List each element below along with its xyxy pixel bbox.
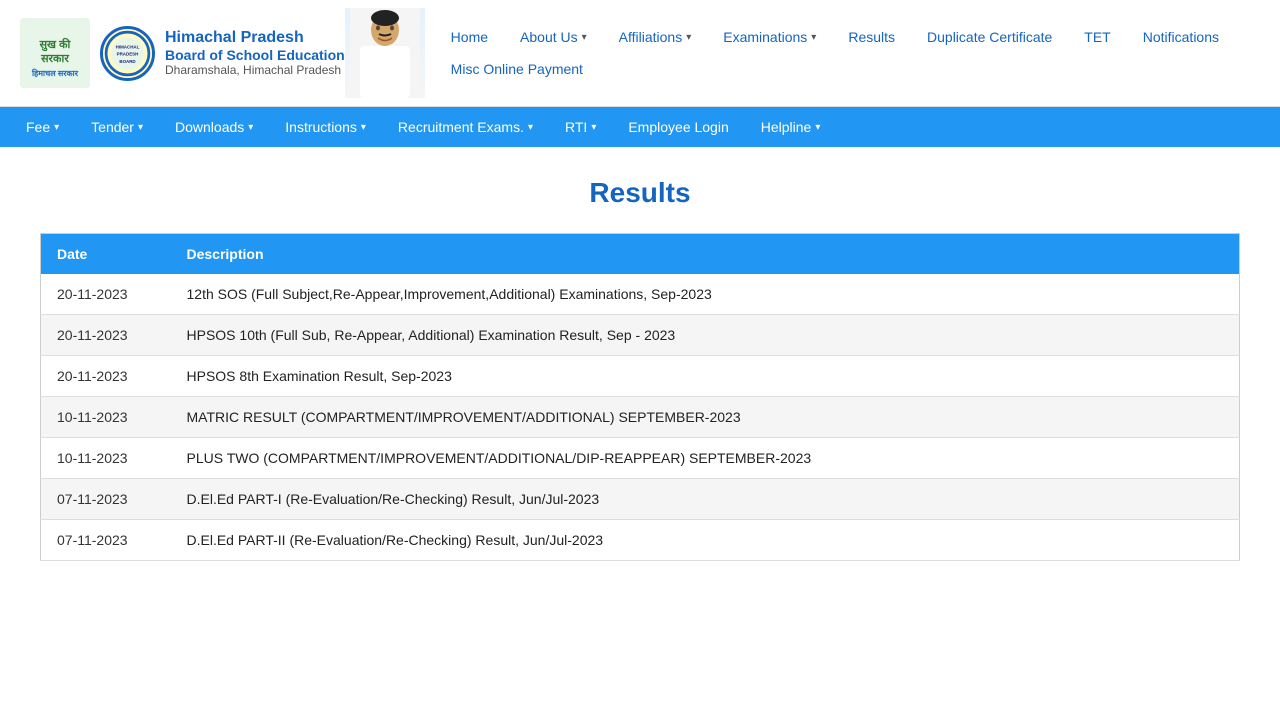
nav-results[interactable]: Results <box>832 21 911 53</box>
nav-duplicate-certificate[interactable]: Duplicate Certificate <box>911 21 1068 53</box>
table-row[interactable]: 07-11-2023D.El.Ed PART-II (Re-Evaluation… <box>41 520 1240 561</box>
cell-description[interactable]: 12th SOS (Full Subject,Re-Appear,Improve… <box>171 274 1240 315</box>
navbar-recruitment-exams[interactable]: Recruitment Exams. ▾ <box>382 107 549 147</box>
nav-tet[interactable]: TET <box>1068 21 1126 53</box>
cell-description[interactable]: HPSOS 10th (Full Sub, Re-Appear, Additio… <box>171 315 1240 356</box>
svg-text:BOARD: BOARD <box>119 58 136 63</box>
table-header: Date Description <box>41 234 1240 275</box>
rti-caret: ▾ <box>591 122 596 133</box>
cell-date: 10-11-2023 <box>41 397 171 438</box>
about-caret: ▾ <box>582 32 587 43</box>
page-title: Results <box>40 177 1240 209</box>
results-table: Date Description 20-11-202312th SOS (Ful… <box>40 233 1240 561</box>
table-row[interactable]: 10-11-2023PLUS TWO (COMPARTMENT/IMPROVEM… <box>41 438 1240 479</box>
nav-home[interactable]: Home <box>435 21 504 53</box>
table-header-row: Date Description <box>41 234 1240 275</box>
results-tbody: 20-11-202312th SOS (Full Subject,Re-Appe… <box>41 274 1240 561</box>
nav-misc-payment[interactable]: Misc Online Payment <box>435 53 599 85</box>
table-row[interactable]: 20-11-2023HPSOS 8th Examination Result, … <box>41 356 1240 397</box>
navbar-rti[interactable]: RTI ▾ <box>549 107 612 147</box>
cell-description[interactable]: D.El.Ed PART-II (Re-Evaluation/Re-Checki… <box>171 520 1240 561</box>
svg-text:सुख की: सुख की <box>39 37 72 52</box>
blue-navbar: Fee ▾ Tender ▾ Downloads ▾ Instructions … <box>0 107 1280 147</box>
column-date: Date <box>41 234 171 275</box>
recruitment-caret: ▾ <box>528 122 533 133</box>
nav-affiliations[interactable]: Affiliations ▾ <box>603 21 708 53</box>
cell-date: 07-11-2023 <box>41 520 171 561</box>
helpline-caret: ▾ <box>815 122 820 133</box>
cell-description[interactable]: PLUS TWO (COMPARTMENT/IMPROVEMENT/ADDITI… <box>171 438 1240 479</box>
header-logo: सुख की सरकार हिमाचल सरकार HIMACHAL PRADE… <box>20 18 345 88</box>
navbar-employee-login[interactable]: Employee Login <box>612 107 744 147</box>
navbar-tender[interactable]: Tender ▾ <box>75 107 159 147</box>
navbar-downloads[interactable]: Downloads ▾ <box>159 107 269 147</box>
header: सुख की सरकार हिमाचल सरकार HIMACHAL PRADE… <box>0 0 1280 107</box>
cell-description[interactable]: MATRIC RESULT (COMPARTMENT/IMPROVEMENT/A… <box>171 397 1240 438</box>
main-content: Results Date Description 20-11-202312th … <box>0 147 1280 591</box>
politician-image <box>345 8 425 98</box>
nav-about[interactable]: About Us ▾ <box>504 21 603 53</box>
top-nav: Home About Us ▾ Affiliations ▾ Examinati… <box>425 21 1260 85</box>
table-row[interactable]: 20-11-202312th SOS (Full Subject,Re-Appe… <box>41 274 1240 315</box>
tender-caret: ▾ <box>138 122 143 133</box>
cell-date: 20-11-2023 <box>41 274 171 315</box>
cell-date: 10-11-2023 <box>41 438 171 479</box>
board-title3: Dharamshala, Himachal Pradesh <box>165 63 345 77</box>
cell-description[interactable]: D.El.Ed PART-I (Re-Evaluation/Re-Checkin… <box>171 479 1240 520</box>
column-description: Description <box>171 234 1240 275</box>
cell-date: 07-11-2023 <box>41 479 171 520</box>
emblem-logo: HIMACHAL PRADESH BOARD <box>100 26 155 81</box>
navbar-fee[interactable]: Fee ▾ <box>10 107 75 147</box>
table-row[interactable]: 10-11-2023MATRIC RESULT (COMPARTMENT/IMP… <box>41 397 1240 438</box>
nav-examinations[interactable]: Examinations ▾ <box>707 21 832 53</box>
fee-caret: ▾ <box>54 122 59 133</box>
svg-text:हिमाचल सरकार: हिमाचल सरकार <box>31 68 79 78</box>
affiliations-caret: ▾ <box>686 32 691 43</box>
nav-notifications[interactable]: Notifications <box>1127 21 1235 53</box>
svg-text:HIMACHAL: HIMACHAL <box>116 44 140 49</box>
examinations-caret: ▾ <box>811 32 816 43</box>
header-text: Himachal Pradesh Board of School Educati… <box>165 29 345 77</box>
board-title2: Board of School Education <box>165 47 345 63</box>
navbar-instructions[interactable]: Instructions ▾ <box>269 107 382 147</box>
downloads-caret: ▾ <box>248 122 253 133</box>
cell-description[interactable]: HPSOS 8th Examination Result, Sep-2023 <box>171 356 1240 397</box>
svg-text:सरकार: सरकार <box>40 53 69 65</box>
svg-text:PRADESH: PRADESH <box>117 51 139 56</box>
board-title1: Himachal Pradesh <box>165 29 345 47</box>
sukh-sarkar-logo: सुख की सरकार हिमाचल सरकार <box>20 18 90 88</box>
cell-date: 20-11-2023 <box>41 315 171 356</box>
navbar-helpline[interactable]: Helpline ▾ <box>745 107 837 147</box>
table-row[interactable]: 20-11-2023HPSOS 10th (Full Sub, Re-Appea… <box>41 315 1240 356</box>
cell-date: 20-11-2023 <box>41 356 171 397</box>
instructions-caret: ▾ <box>361 122 366 133</box>
table-row[interactable]: 07-11-2023D.El.Ed PART-I (Re-Evaluation/… <box>41 479 1240 520</box>
